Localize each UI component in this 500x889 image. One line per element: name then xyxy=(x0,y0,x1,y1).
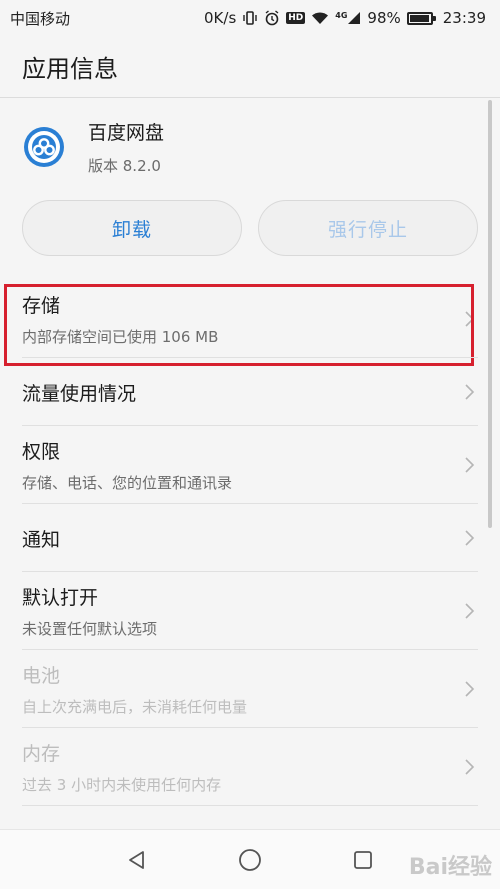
battery-title: 电池 xyxy=(22,665,61,687)
settings-list: 存储 内部存储空间已使用 106 MB 流量使用情况 权限 存储、电话、您的位置… xyxy=(0,280,500,806)
baidu-netdisk-icon xyxy=(24,127,64,167)
app-name: 百度网盘 xyxy=(88,122,165,144)
notifications-title: 通知 xyxy=(22,528,61,551)
data-usage-title: 流量使用情况 xyxy=(22,382,137,405)
chevron-right-icon xyxy=(465,759,475,775)
chevron-right-icon xyxy=(465,457,475,473)
alarm-icon xyxy=(264,10,280,26)
app-version: 版本 8.2.0 xyxy=(88,157,161,175)
chevron-right-icon xyxy=(465,311,475,327)
list-item-data-usage[interactable]: 流量使用情况 xyxy=(0,358,500,426)
uninstall-button[interactable]: 卸载 xyxy=(22,200,242,256)
memory-title: 内存 xyxy=(22,743,61,765)
app-text: 百度网盘 版本 8.2.0 xyxy=(88,118,164,176)
action-buttons: 卸载 强行停止 xyxy=(22,200,478,256)
back-button[interactable] xyxy=(117,840,157,880)
list-item-memory[interactable]: 内存 过去 3 小时内未使用任何内存 xyxy=(0,728,500,806)
recents-button[interactable] xyxy=(343,840,383,880)
list-item-storage[interactable]: 存储 内部存储空间已使用 106 MB xyxy=(0,280,500,366)
permissions-subtitle: 存储、电话、您的位置和通讯录 xyxy=(22,474,233,492)
list-item-notifications[interactable]: 通知 xyxy=(0,504,500,572)
status-icons: 0K/s HD 4G 98% 23:39 xyxy=(204,9,486,27)
memory-subtitle: 过去 3 小时内未使用任何内存 xyxy=(22,776,222,794)
home-button[interactable] xyxy=(230,840,270,880)
list-item-battery[interactable]: 电池 自上次充满电后，未消耗任何电量 xyxy=(0,650,500,728)
network-speed: 0K/s xyxy=(204,9,237,27)
force-stop-button[interactable]: 强行停止 xyxy=(258,200,478,256)
list-item-open-by-default[interactable]: 默认打开 未设置任何默认选项 xyxy=(0,572,500,650)
page-title: 应用信息 xyxy=(0,36,500,98)
hd-badge: HD xyxy=(286,12,306,24)
home-circle-icon xyxy=(239,848,261,871)
storage-title: 存储 xyxy=(22,295,61,317)
network-type: 4G xyxy=(335,11,348,20)
signal-icon: 4G xyxy=(335,11,361,25)
back-triangle-icon xyxy=(128,850,144,869)
battery-subtitle: 自上次充满电后，未消耗任何电量 xyxy=(22,698,248,716)
storage-subtitle: 内部存储空间已使用 106 MB xyxy=(22,328,219,346)
list-item-permissions[interactable]: 权限 存储、电话、您的位置和通讯录 xyxy=(0,426,500,504)
battery-fill xyxy=(410,14,430,22)
chevron-right-icon xyxy=(465,530,475,546)
app-info: 百度网盘 版本 8.2.0 xyxy=(0,112,500,182)
carrier-label: 中国移动 xyxy=(10,9,71,28)
chevron-right-icon xyxy=(465,384,475,400)
clock: 23:39 xyxy=(442,9,486,27)
chevron-right-icon xyxy=(465,681,475,697)
vibrate-icon xyxy=(242,11,258,25)
open-by-default-title: 默认打开 xyxy=(22,587,99,609)
open-by-default-subtitle: 未设置任何默认选项 xyxy=(22,620,158,638)
status-bar: 中国移动 0K/s HD 4G 98% 23:39 xyxy=(0,0,500,36)
permissions-title: 权限 xyxy=(22,441,61,463)
chevron-right-icon xyxy=(465,603,475,619)
recents-square-icon xyxy=(354,850,373,869)
scrollbar[interactable] xyxy=(488,100,492,528)
battery-percent: 98% xyxy=(367,9,401,27)
wifi-icon xyxy=(311,11,329,25)
battery-icon xyxy=(406,11,436,25)
baidu-jingyan-watermark: Bai经验 xyxy=(408,855,492,880)
